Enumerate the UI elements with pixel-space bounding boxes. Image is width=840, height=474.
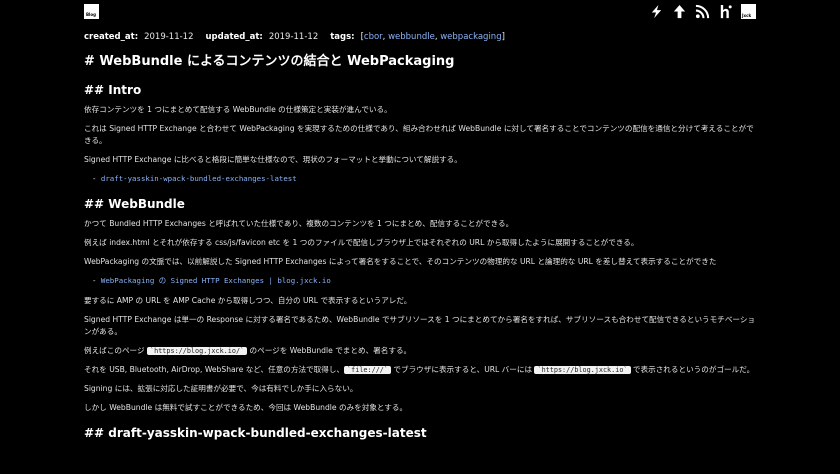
tag-webbundle[interactable]: webbundle: [388, 32, 435, 42]
jxck-logo[interactable]: Jxck: [741, 4, 756, 19]
site-header: Blog Jxck: [0, 0, 840, 26]
webbundle-paragraph-5: Signed HTTP Exchange は単一の Response に対する署…: [84, 315, 756, 336]
intro-heading: ## Intro: [84, 83, 142, 97]
text-segment: のページを WebBundle でまとめ、署名する。: [247, 346, 412, 355]
tags-close-bracket: ]: [501, 32, 505, 42]
webbundle-paragraph-1: かつて Bundled HTTP Exchanges と呼ばれていた仕様であり、…: [84, 219, 514, 228]
webbundle-paragraph-4: 要するに AMP の URL を AMP Cache から取得しつつ、自分の U…: [84, 296, 412, 305]
intro-paragraph-3: Signed HTTP Exchange に比べると格段に簡単な仕様なので、現状…: [84, 155, 462, 164]
article-meta: created_at: 2019-11-12 updated_at: 2019-11-…: [84, 30, 756, 44]
article-title: # WebBundle によるコンテンツの結合と WebPackaging: [84, 54, 455, 69]
text-segment: 例えばこのページ: [84, 346, 148, 355]
inline-code-blog-url: `https://blog.jxck.io/`: [147, 347, 248, 355]
blog-logo-label: Blog: [86, 12, 97, 17]
webbundle-paragraph-2: 例えば index.html とそれが依存する css/js/favicon e…: [84, 238, 639, 247]
inline-code-file-url: `file:///`: [344, 366, 391, 374]
arrow-up-icon[interactable]: [672, 4, 687, 19]
updated-label: updated_at:: [205, 32, 263, 42]
inline-code-https-url: `https://blog.jxck.io`: [534, 366, 631, 374]
text-segment: でブラウザに表示すると、URL バーには: [390, 365, 535, 374]
webbundle-paragraph-8: Signing には、拡張に対応した証明書が必要で、今は有料でしか手に入らない。: [84, 384, 358, 393]
webbundle-paragraph-6: 例えばこのページ `https://blog.jxck.io/` のページを W…: [84, 345, 756, 357]
created-value: 2019-11-12: [144, 32, 194, 42]
text-segment: それを USB, Bluetooth, AirDrop, WebShare など…: [84, 365, 345, 374]
webbundle-heading: ## WebBundle: [84, 197, 185, 211]
webbundle-paragraph-7: それを USB, Bluetooth, AirDrop, WebShare など…: [84, 364, 756, 376]
header-nav: Jxck: [649, 4, 756, 19]
rss-icon[interactable]: [695, 4, 710, 19]
draft-heading: ## draft-yasskin-wpack-bundled-exchanges…: [84, 426, 427, 440]
draft-spec-link[interactable]: draft-yasskin-wpack-bundled-exchanges-la…: [101, 174, 297, 183]
webbundle-link-list: - WebPackaging の Signed HTTP Exchanges |…: [92, 276, 331, 285]
created-label: created_at:: [84, 32, 139, 42]
webbundle-paragraph-9: しかし WebBundle は無料で試すことができるため、今回は WebBund…: [84, 403, 408, 412]
intro-paragraph-1: 依存コンテンツを 1 つにまとめて配信する WebBundle の仕様策定と実装…: [84, 105, 392, 114]
tag-webpackaging[interactable]: webpackaging: [440, 32, 501, 42]
webbundle-paragraph-3: WebPackaging の文脈では、以前解説した Signed HTTP Ex…: [84, 257, 717, 266]
tags-label: tags:: [330, 32, 355, 42]
intro-link-list: - draft-yasskin-wpack-bundled-exchanges-…: [92, 174, 297, 183]
tag-cbor[interactable]: cbor: [364, 32, 383, 42]
hatena-icon[interactable]: [718, 4, 733, 19]
sxg-article-link[interactable]: WebPackaging の Signed HTTP Exchanges | b…: [101, 276, 331, 285]
jxck-logo-label: Jxck: [742, 13, 752, 18]
updated-value: 2019-11-12: [268, 32, 319, 42]
intro-paragraph-2: これは Signed HTTP Exchange と合わせて WebPackag…: [84, 124, 754, 145]
article-content: created_at: 2019-11-12 updated_at: 2019-11-…: [84, 30, 756, 447]
text-segment: で表示されるというのがゴールだ。: [630, 365, 755, 374]
lightning-icon[interactable]: [649, 4, 664, 19]
blog-logo[interactable]: Blog: [84, 4, 99, 19]
